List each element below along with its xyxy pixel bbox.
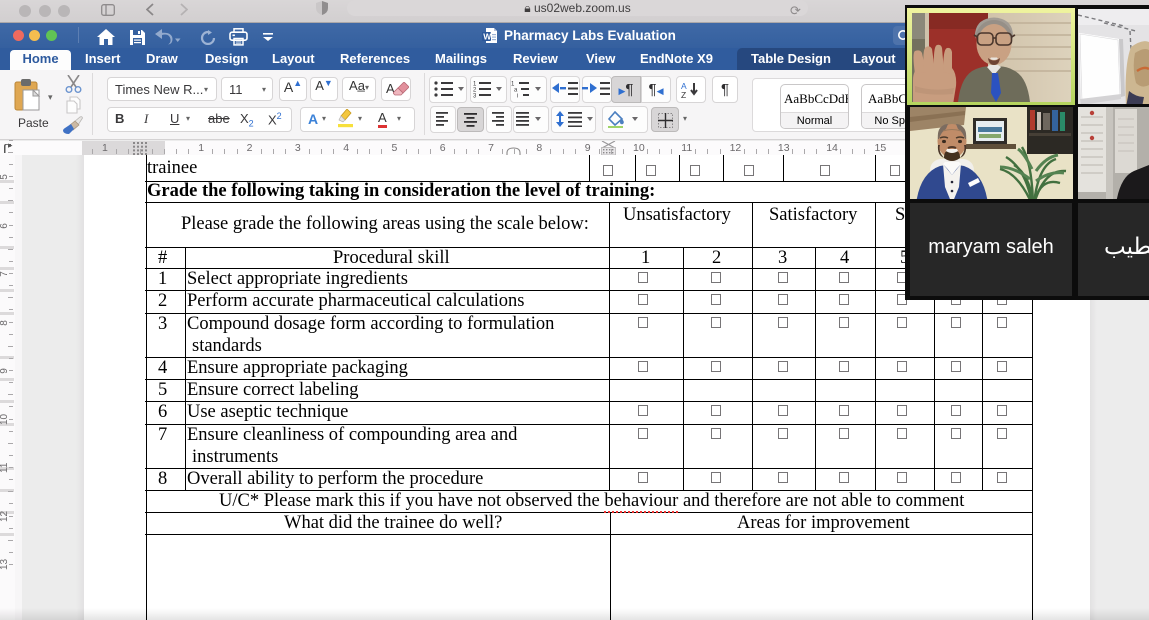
svg-text:i: i — [517, 94, 518, 99]
svg-text:Z: Z — [681, 90, 686, 98]
svg-text:W: W — [483, 32, 492, 42]
svg-text:3: 3 — [473, 94, 477, 99]
